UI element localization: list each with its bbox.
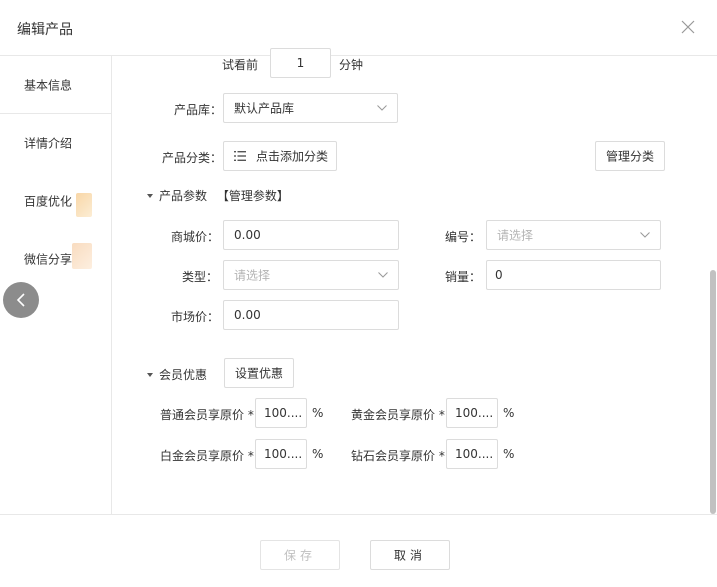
number-label: 编号： [445,230,482,244]
tier-label-gold: 黄金会员享原价 * [351,408,445,422]
list-icon [234,151,246,161]
close-icon[interactable] [678,17,698,37]
add-category-button[interactable]: 点击添加分类 [223,141,337,171]
type-select[interactable]: 请选择 [223,260,399,290]
sales-input[interactable]: 0 [486,260,661,290]
sidebar-item-label: 百度优化 [24,194,73,209]
tier-label-regular: 普通会员享原价 * [160,408,254,422]
market-price-input[interactable]: 0.00 [223,300,399,330]
mall-price-input[interactable]: 0.00 [223,220,399,250]
mall-price-value: 0.00 [234,228,261,242]
tier-value: 100.... [455,406,494,420]
sidebar-item-label: 详情介绍 [24,136,73,151]
tier-unit: % [503,406,515,420]
cancel-label: 取消 [393,548,426,563]
dialog-title: 编辑产品 [17,22,73,38]
tier-input-diamond[interactable]: 100.... [446,439,498,469]
library-label: 产品库： [174,103,223,117]
sidebar-item-wechat-share[interactable]: 微信分享 [0,230,112,288]
category-label: 产品分类： [162,151,223,165]
chevron-left-icon [16,293,25,307]
back-button[interactable] [3,282,39,318]
sidebar-item-details[interactable]: 详情介绍 [0,114,112,172]
tier-input-gold[interactable]: 100.... [446,398,498,428]
library-select[interactable]: 默认产品库 [223,93,398,123]
preview-prefix: 试看前 [222,58,259,72]
sidebar-item-baidu-seo[interactable]: 百度优化 [0,172,112,230]
chevron-down-icon [640,232,650,238]
sales-value: 0 [495,268,503,282]
member-section-header[interactable]: 会员优惠 [147,366,207,383]
mall-price-label: 商城价： [171,230,220,244]
number-select[interactable]: 请选择 [486,220,661,250]
save-button[interactable]: 保存 [260,540,340,570]
type-label: 类型： [182,270,219,284]
blurred-badge [72,243,92,269]
preview-suffix: 分钟 [339,58,364,72]
tier-input-regular[interactable]: 100.... [255,398,307,428]
tier-value: 100.... [264,406,303,420]
sales-label: 销量： [445,270,482,284]
market-price-value: 0.00 [234,308,261,322]
form-area: 试看前 1 分钟 产品库： 默认产品库 产品分类： 点击添加分类 管理分类 产品… [112,48,709,514]
library-value: 默认产品库 [234,101,295,116]
cancel-button[interactable]: 取消 [370,540,450,570]
sidebar-item-label: 微信分享 [24,252,73,267]
dialog-footer: 保存 取消 [0,514,717,587]
type-placeholder: 请选择 [234,268,271,283]
params-section-title: 产品参数 [159,189,208,203]
chevron-down-icon [377,105,387,111]
number-placeholder: 请选择 [497,228,534,243]
caret-down-icon [147,193,153,198]
setup-discount-label: 设置优惠 [234,366,283,381]
chevron-down-icon [378,272,388,278]
tier-value: 100.... [455,447,494,461]
tier-input-platinum[interactable]: 100.... [255,439,307,469]
save-label: 保存 [283,548,316,563]
tier-label-diamond: 钻石会员享原价 * [351,449,445,463]
dialog-header: 编辑产品 [0,0,717,56]
manage-category-button[interactable]: 管理分类 [595,141,665,171]
tier-unit: % [312,406,324,420]
caret-down-icon [147,372,153,377]
market-price-label: 市场价： [171,310,220,324]
member-section-title: 会员优惠 [159,368,208,382]
preview-minutes-input[interactable]: 1 [270,48,331,78]
scrollbar-thumb[interactable] [710,270,716,514]
tier-label-platinum: 白金会员享原价 * [160,449,254,463]
setup-discount-button[interactable]: 设置优惠 [224,358,294,388]
preview-minutes-value: 1 [296,56,305,70]
params-section-header[interactable]: 产品参数 【管理参数】 [147,187,289,204]
tier-unit: % [503,447,515,461]
manage-category-label: 管理分类 [605,149,654,164]
sidebar-item-basic-info[interactable]: 基本信息 [0,56,112,114]
sidebar-item-label: 基本信息 [24,78,73,92]
add-category-label: 点击添加分类 [256,149,329,164]
blurred-badge [76,193,92,217]
tier-unit: % [312,447,324,461]
tier-value: 100.... [264,447,303,461]
manage-params-link[interactable]: 【管理参数】 [217,189,289,203]
